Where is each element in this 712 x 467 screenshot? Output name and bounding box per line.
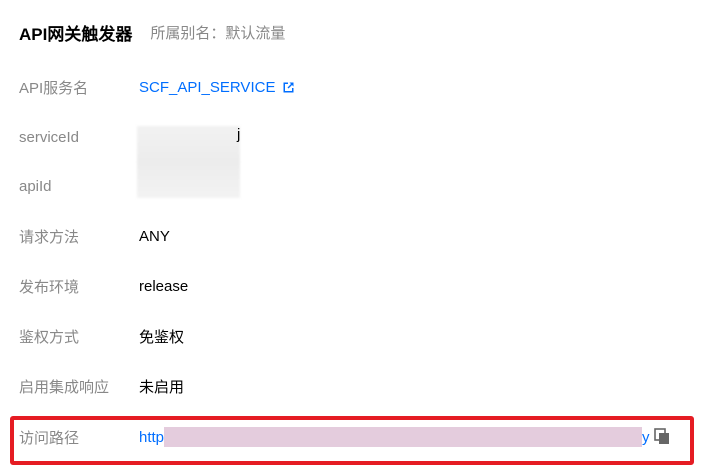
row-method: 请求方法 ANY bbox=[19, 224, 692, 248]
row-service-name: API服务名 SCF_API_SERVICE bbox=[19, 75, 692, 99]
redacted-ids bbox=[137, 126, 240, 198]
service-id-visible-tail: j bbox=[237, 126, 241, 143]
method-value: ANY bbox=[139, 227, 170, 245]
environment-label: 发布环境 bbox=[19, 278, 80, 296]
row-auth: 鉴权方式 免鉴权 bbox=[19, 324, 692, 348]
access-path-redacted bbox=[164, 427, 643, 447]
row-access-path: 访问路径 http y bbox=[19, 425, 692, 449]
environment-value: release bbox=[139, 277, 189, 295]
access-path-link-suffix[interactable]: y bbox=[642, 429, 650, 446]
integration-response-label: 启用集成响应 bbox=[19, 378, 110, 396]
access-path-link-prefix[interactable]: http bbox=[139, 429, 164, 446]
external-link-icon[interactable] bbox=[282, 81, 295, 94]
api-gateway-trigger-panel: API网关触发器 所属别名：默认流量 API服务名 SCF_API_SERVIC… bbox=[0, 0, 712, 467]
alias-text: 所属别名：默认流量 bbox=[150, 24, 286, 42]
panel-header: API网关触发器 所属别名：默认流量 bbox=[19, 20, 285, 44]
auth-value: 免鉴权 bbox=[139, 328, 185, 346]
service-name-link[interactable]: SCF_API_SERVICE bbox=[139, 79, 275, 96]
row-integration-response: 启用集成响应 未启用 bbox=[19, 374, 692, 398]
row-api-id: apiId bbox=[19, 174, 692, 198]
row-environment: 发布环境 release bbox=[19, 274, 692, 298]
service-name-label: API服务名 bbox=[19, 79, 89, 97]
api-id-label: apiId bbox=[19, 177, 52, 195]
row-service-id: serviceId bbox=[19, 125, 692, 149]
auth-label: 鉴权方式 bbox=[19, 328, 80, 346]
copy-icon[interactable] bbox=[654, 428, 670, 450]
access-path-label: 访问路径 bbox=[19, 429, 80, 447]
service-name-value: SCF_API_SERVICE bbox=[139, 79, 295, 96]
service-id-label: serviceId bbox=[19, 128, 80, 146]
integration-response-value: 未启用 bbox=[139, 378, 185, 396]
panel-title: API网关触发器 bbox=[19, 24, 133, 44]
access-path-value[interactable]: http y bbox=[139, 427, 650, 447]
method-label: 请求方法 bbox=[19, 228, 80, 246]
